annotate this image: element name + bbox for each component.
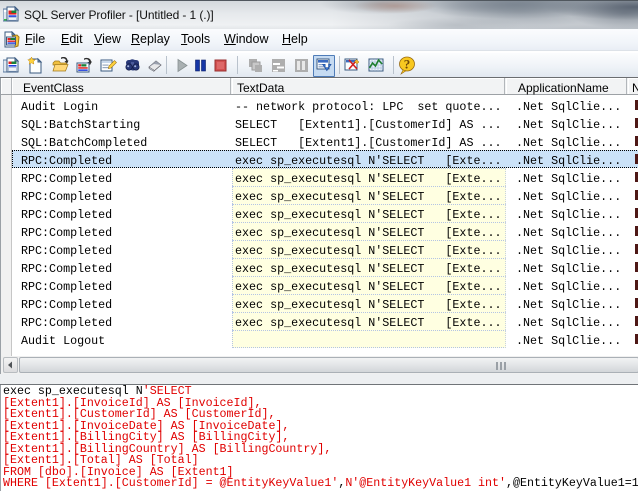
svg-text:?: ? — [404, 57, 411, 72]
